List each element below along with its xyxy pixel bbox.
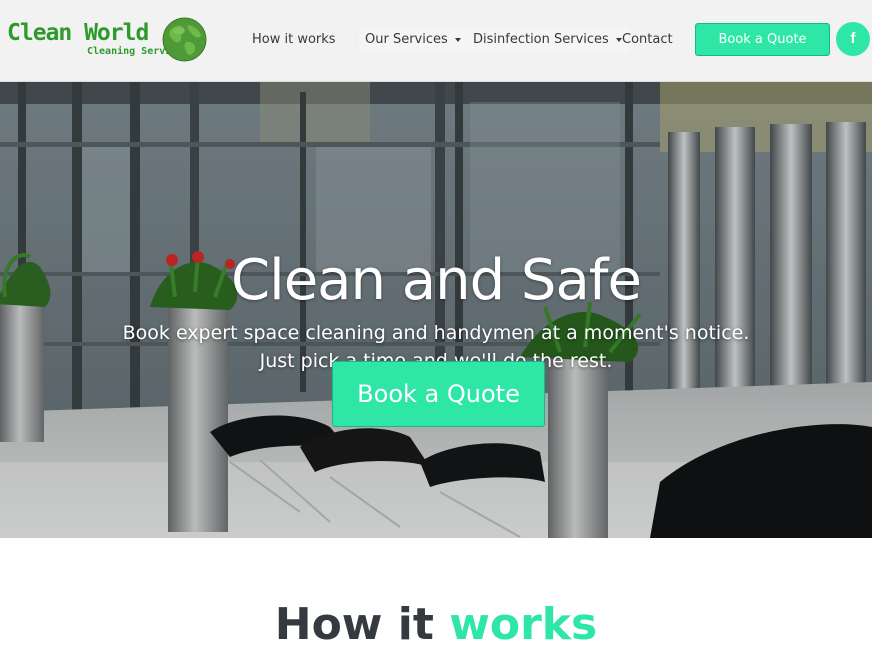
brand-name: Clean World [7,20,149,46]
how-it-works-heading: How it works [0,598,872,652]
chevron-down-icon [454,37,461,42]
hero-description-line-1: Book expert space cleaning and handymen … [122,322,750,344]
facebook-icon[interactable]: f [836,22,870,56]
nav-how-it-works[interactable]: How it works [252,27,336,53]
nav-our-services[interactable]: Our Services [359,27,467,53]
hero-title: Clean and Safe [231,247,642,313]
brand-logo[interactable]: Clean World Cleaning Service [7,15,209,65]
nav-our-services-label: Our Services [365,32,448,47]
globe-icon [162,17,207,62]
nav-contact[interactable]: Contact [622,27,673,53]
chevron-down-icon [615,37,622,42]
nav-disinfection-services[interactable]: Disinfection Services [467,27,628,53]
nav-how-it-works-label: How it works [252,32,336,47]
hero-section: Clean and Safe Book expert space cleanin… [0,82,872,538]
nav-contact-label: Contact [622,32,673,47]
hero-book-quote-button[interactable]: Book a Quote [332,361,545,427]
header-book-quote-button[interactable]: Book a Quote [695,23,830,56]
nav-disinfection-services-label: Disinfection Services [473,32,609,47]
site-header: Clean World Cleaning Service How it work… [0,0,872,82]
